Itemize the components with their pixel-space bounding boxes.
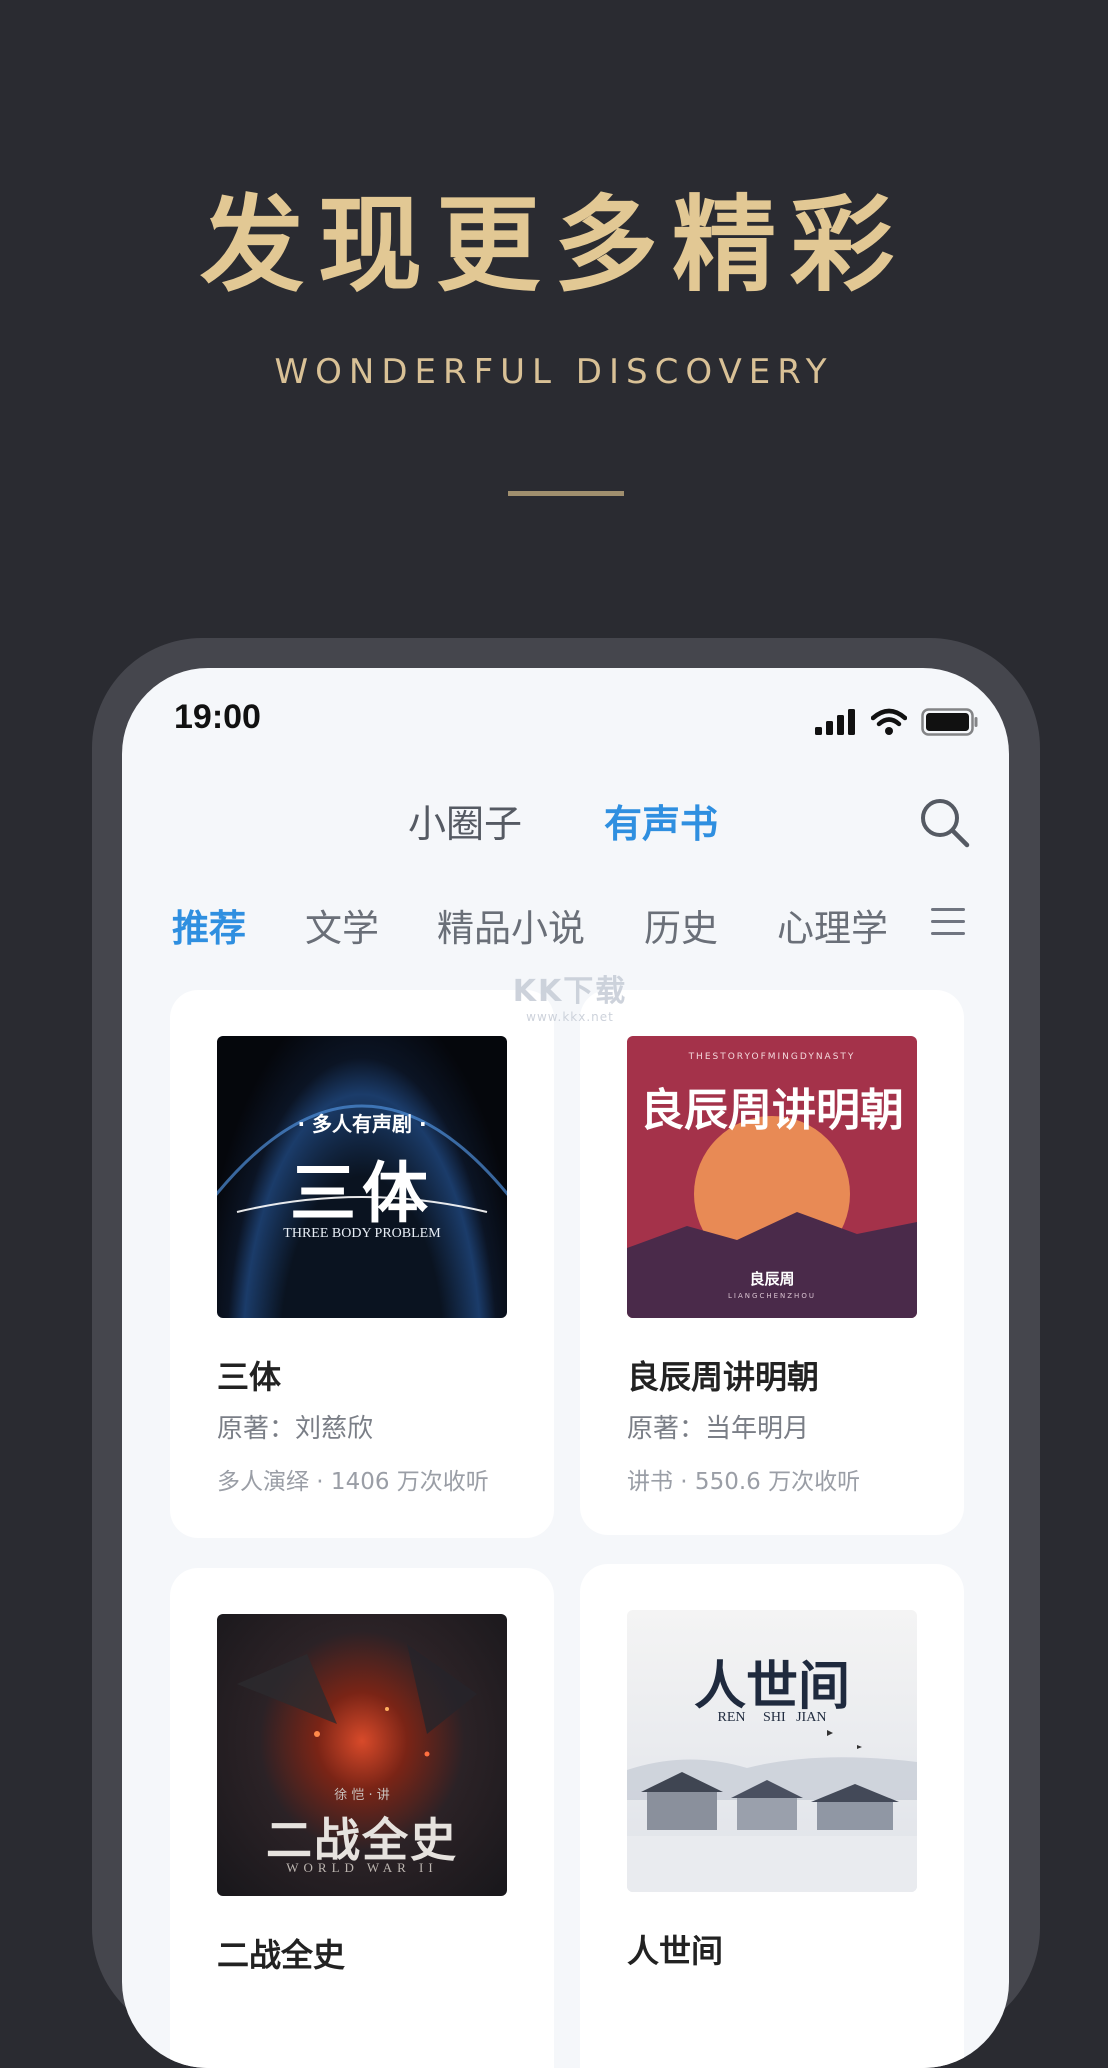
tab-xiaoquanzi[interactable]: 小圈子 (408, 793, 522, 848)
category-row: 推荐 文学 精品小说 历史 心理学 (122, 888, 1009, 968)
category-jingpin-xiaoshuo[interactable]: 精品小说 (437, 898, 585, 952)
book-card[interactable]: · 多人有声剧 · 三体 THREE BODY PROBLEM 三体 原著：刘慈… (170, 990, 554, 1538)
book-cover: 徐 恺 · 讲 二战全史 WORLD WAR II (217, 1614, 507, 1896)
cover-sub-text: 良辰周 (749, 1270, 795, 1288)
watermark-main: KK下载 (512, 974, 628, 1009)
watermark: KK下载 www.kkx.net (505, 966, 635, 1024)
book-author: 原著：当年明月 (627, 1414, 810, 1444)
book-author: 原著：刘慈欣 (217, 1414, 374, 1444)
book-cover: THESTORYOFMINGDYNASTY 良辰周讲明朝 良辰周 LIANGCH… (627, 1036, 917, 1318)
phone-screen: 19:00 小圈子 有声书 推荐 文学 精品小说 历史 心理学 · 多人有声剧 … (122, 668, 1009, 2068)
cover-sub-small: LIANGCHENZHOU (728, 1292, 816, 1300)
book-stats: 多人演绎 · 1406 万次收听 (217, 1469, 489, 1495)
book-card[interactable]: THESTORYOFMINGDYNASTY 良辰周讲明朝 良辰周 LIANGCH… (580, 990, 964, 1535)
book-stats: 讲书 · 550.6 万次收听 (627, 1469, 861, 1495)
cover-top-text: 徐 恺 · 讲 (334, 1788, 390, 1803)
cover-main-text: 人世间 (693, 1656, 850, 1717)
book-title: 三体 (217, 1358, 282, 1396)
hamburger-menu-icon[interactable] (931, 908, 965, 938)
book-title: 二战全史 (217, 1936, 346, 1974)
book-cover: · 多人有声剧 · 三体 THREE BODY PROBLEM (217, 1036, 507, 1318)
top-tabs: 小圈子 有声书 (122, 783, 1009, 863)
status-bar: 19:00 (122, 668, 1009, 768)
watermark-sub: www.kkx.net (526, 1010, 614, 1024)
cover-sub-text: WORLD WAR II (286, 1860, 438, 1875)
hero-divider (508, 491, 624, 496)
signal-icon (815, 709, 855, 735)
category-wenxue[interactable]: 文学 (305, 898, 379, 952)
cover-top-text: · 多人有声剧 · (297, 1112, 427, 1136)
book-title: 良辰周讲明朝 (627, 1358, 820, 1396)
battery-icon (921, 708, 978, 736)
book-card[interactable]: 徐 恺 · 讲 二战全史 WORLD WAR II 二战全史 (170, 1568, 554, 2068)
book-cover: 人世间 REN SHI JIAN (627, 1610, 917, 1892)
cover-sub-text: THREE BODY PROBLEM (283, 1226, 441, 1241)
status-time: 19:00 (174, 698, 261, 736)
cover-main-text: 三体 (290, 1155, 434, 1232)
book-title: 人世间 (627, 1932, 724, 1970)
cover-top-text: THESTORYOFMINGDYNASTY (688, 1052, 856, 1062)
search-icon[interactable] (917, 795, 973, 851)
status-icons (815, 708, 979, 736)
category-lishi[interactable]: 历史 (644, 898, 718, 952)
hero-subtitle: WONDERFUL DISCOVERY (274, 352, 834, 392)
cover-sub-text: REN SHI JIAN (717, 1710, 827, 1725)
wifi-icon (871, 708, 907, 735)
tab-youshengshu[interactable]: 有声书 (604, 793, 718, 848)
category-tuijian[interactable]: 推荐 (172, 898, 246, 952)
book-card[interactable]: 人世间 REN SHI JIAN 人世间 (580, 1564, 964, 2068)
hero-title: 发现更多精彩 (199, 183, 908, 306)
category-xinlixue[interactable]: 心理学 (777, 898, 888, 952)
cover-main-text: 良辰周讲明朝 (640, 1085, 904, 1136)
